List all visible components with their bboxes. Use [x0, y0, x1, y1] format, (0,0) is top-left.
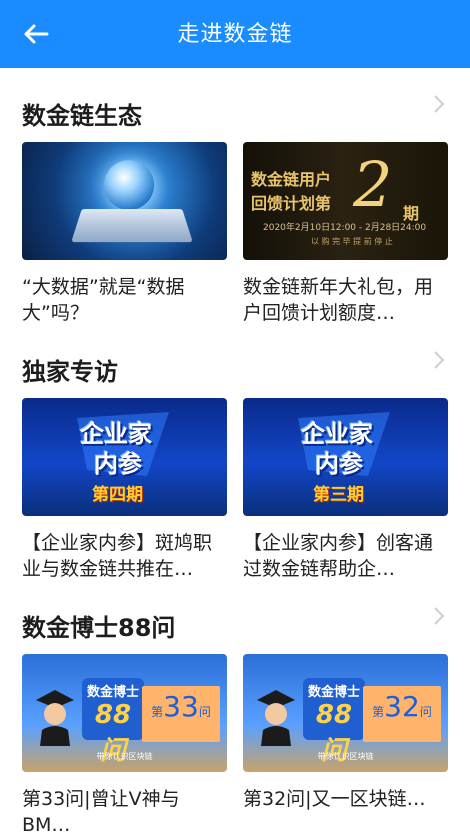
article-thumbnail: 数金博士 88问 第33问 带你认识区块链 [22, 654, 227, 772]
article-card-q32[interactable]: 数金博士 88问 第32问 带你认识区块链 第32问|又一区块链… [243, 654, 448, 838]
chevron-right-icon[interactable] [432, 350, 446, 370]
laptop-graphic [71, 209, 193, 243]
article-caption: “大数据”就是“数据大”吗？ [22, 276, 185, 324]
article-caption: 第32问|又一区块链… [243, 788, 426, 810]
chevron-right-icon[interactable] [432, 606, 446, 626]
question-number: 第33问 [151, 690, 211, 723]
doctor-avatar-graphic [36, 690, 74, 746]
thumb-number: 2 [353, 148, 393, 221]
thumb-subtext: 以 购 完 毕 提 前 停 止 [311, 237, 393, 246]
question-number: 第32问 [372, 690, 432, 723]
globe-graphic [104, 160, 154, 210]
article-caption: 【企业家内参】创客通过数金链帮助企… [243, 532, 434, 580]
thumb-date: 2020年2月10日12:00 - 2月28日24:00 [263, 223, 427, 233]
article-thumbnail: 企业家 内参 第四期 [22, 398, 227, 516]
article-card-bigdata[interactable]: “大数据”就是“数据大”吗？ [22, 142, 227, 326]
thumb-subheading: 内参 [315, 450, 363, 478]
page-title: 走进数金链 [177, 22, 293, 47]
thumb-heading: 数金链用户 回馈计划第 [251, 170, 332, 213]
article-card-interview-3[interactable]: 企业家 内参 第三期 【企业家内参】创客通过数金链帮助企… [243, 398, 448, 582]
article-caption: 数金链新年大礼包，用户回馈计划额度… [243, 276, 434, 324]
section-title: 独家专访 [22, 358, 118, 386]
thumb-heading: 数金博士 [307, 685, 360, 700]
thumb-period: 第四期 [92, 485, 143, 505]
article-caption: 第33问|曾让V神与BM… [22, 788, 180, 836]
article-caption: 【企业家内参】斑鸠职业与数金链共推在… [22, 532, 213, 580]
thumb-tag: 带你认识区块链 [96, 752, 153, 761]
thumb-period: 第三期 [313, 485, 364, 505]
section-title: 数金链生态 [22, 102, 142, 130]
article-thumbnail [22, 142, 227, 260]
article-card-q33[interactable]: 数金博士 88问 第33问 带你认识区块链 第33问|曾让V神与BM… [22, 654, 227, 838]
app-bar: 走进数金链 [0, 0, 470, 68]
article-card-new-year[interactable]: 数金链用户 回馈计划第 2 期 2020年2月10日12:00 - 2月28日2… [243, 142, 448, 326]
thumb-subheading: 内参 [94, 450, 142, 478]
thumb-heading: 数金博士 [86, 685, 139, 700]
article-thumbnail: 企业家 内参 第三期 [243, 398, 448, 516]
article-thumbnail: 数金链用户 回馈计划第 2 期 2020年2月10日12:00 - 2月28日2… [243, 142, 448, 260]
article-thumbnail: 数金博士 88问 第32问 带你认识区块链 [243, 654, 448, 772]
chevron-right-icon[interactable] [432, 94, 446, 114]
article-card-interview-4[interactable]: 企业家 内参 第四期 【企业家内参】斑鸠职业与数金链共推在… [22, 398, 227, 582]
section-title: 数金博士88问 [22, 614, 176, 642]
thumb-tag: 带你认识区块链 [317, 752, 374, 761]
doctor-avatar-graphic [257, 690, 295, 746]
